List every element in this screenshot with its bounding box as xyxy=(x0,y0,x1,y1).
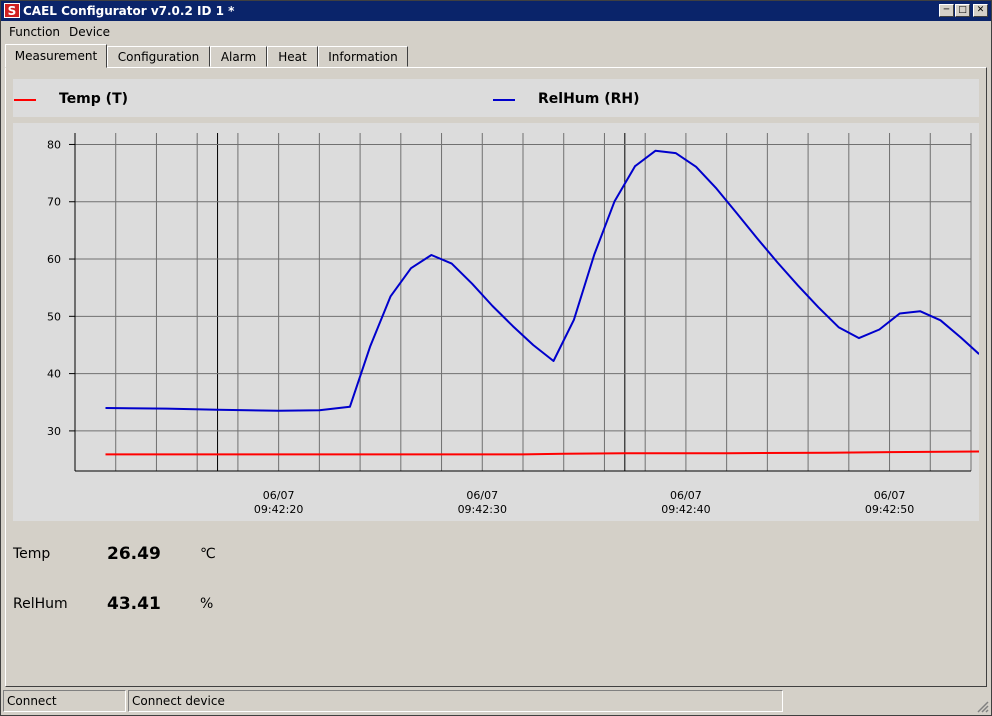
tab-alarm[interactable]: Alarm xyxy=(210,46,267,67)
close-icon: ✕ xyxy=(976,5,985,15)
title-bar[interactable]: S CAEL Configurator v7.0.2 ID 1 * ─ □ ✕ xyxy=(1,1,991,21)
chart-area[interactable]: 30 40 50 60 70 80 06/07 09:42:20 06/07 09:42:30 06… xyxy=(13,123,980,521)
x-tick-date: 06/07 xyxy=(466,489,498,502)
menu-bar: Function Device xyxy=(1,22,991,42)
x-tick-time: 09:42:50 xyxy=(865,503,914,516)
app-logo-icon[interactable]: S xyxy=(4,3,20,18)
app-window: S CAEL Configurator v7.0.2 ID 1 * ─ □ ✕ … xyxy=(0,0,992,716)
legend-label-temp: Temp (T) xyxy=(59,91,129,107)
menu-function[interactable]: Function xyxy=(9,25,60,39)
resize-grip-icon[interactable] xyxy=(977,701,989,713)
minimize-icon: ─ xyxy=(943,5,950,15)
close-button[interactable]: ✕ xyxy=(973,4,988,17)
humidity-temperature-chart[interactable]: 30405060708006/0709:42:2006/0709:42:3006… xyxy=(13,123,980,521)
status-message: Connect device xyxy=(128,690,783,712)
x-tick-time: 09:42:30 xyxy=(458,503,507,516)
y-tick-label: 50 xyxy=(47,310,61,323)
y-tick-label: 40 xyxy=(47,368,61,381)
readout-value-relhum: 43.41 xyxy=(107,594,161,614)
tab-measurement[interactable]: Measurement xyxy=(5,44,107,68)
status-bar: Connect Connect device xyxy=(1,689,991,715)
x-tick-time: 09:42:20 xyxy=(254,503,303,516)
readout-value-temp: 26.49 xyxy=(107,544,161,564)
y-tick-label: 70 xyxy=(47,196,61,209)
readout-label-temp: Temp xyxy=(13,546,51,562)
series-line-relhum xyxy=(105,149,980,412)
readout-unit-relhum: % xyxy=(200,596,214,612)
y-tick-label: 80 xyxy=(47,138,61,151)
tab-heat[interactable]: Heat xyxy=(267,46,318,67)
window-title: CAEL Configurator v7.0.2 ID 1 * xyxy=(23,4,235,18)
y-tick-label: 30 xyxy=(47,425,61,438)
readout-unit-temp: ℃ xyxy=(200,546,216,562)
maximize-icon: □ xyxy=(958,5,967,15)
y-tick-label: 60 xyxy=(47,253,61,266)
x-tick-date: 06/07 xyxy=(263,489,295,502)
tab-strip: Measurement Configuration Alarm Heat Inf… xyxy=(5,44,985,68)
legend-swatch-relhum xyxy=(493,99,515,101)
chart-legend: Temp (T) RelHum (RH) xyxy=(13,79,979,117)
x-tick-date: 06/07 xyxy=(670,489,702,502)
readout-label-relhum: RelHum xyxy=(13,596,68,612)
maximize-button[interactable]: □ xyxy=(955,4,970,17)
x-tick-date: 06/07 xyxy=(874,489,906,502)
tab-information[interactable]: Information xyxy=(318,46,408,67)
minimize-button[interactable]: ─ xyxy=(939,4,954,17)
legend-label-relhum: RelHum (RH) xyxy=(538,91,640,107)
legend-swatch-temp xyxy=(14,99,36,101)
x-tick-time: 09:42:40 xyxy=(661,503,710,516)
menu-device[interactable]: Device xyxy=(69,25,110,39)
series-line-temp xyxy=(105,450,980,456)
status-connection: Connect xyxy=(3,690,126,712)
tab-configuration[interactable]: Configuration xyxy=(107,46,210,67)
